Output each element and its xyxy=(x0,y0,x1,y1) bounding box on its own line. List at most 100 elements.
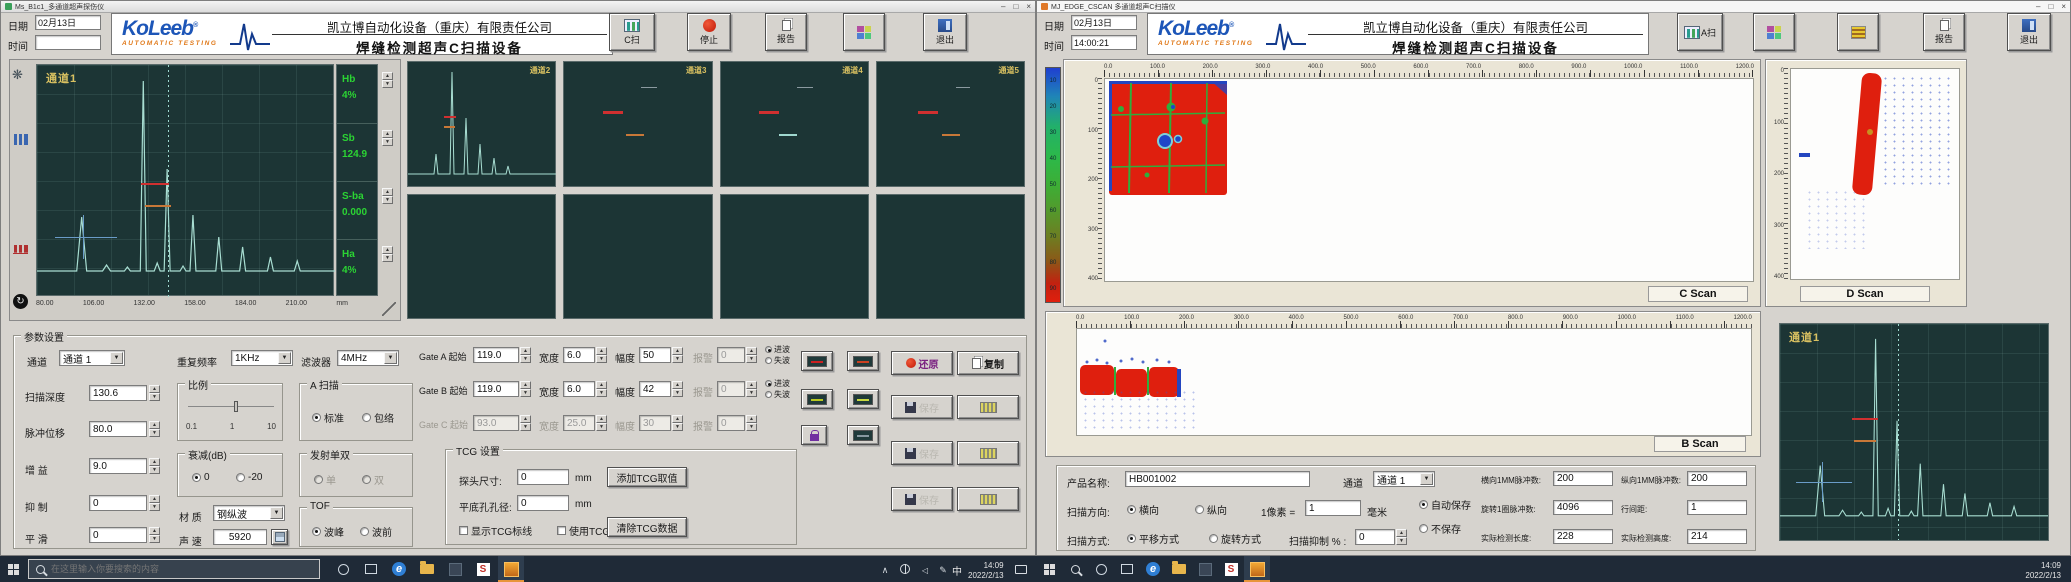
close-button[interactable]: × xyxy=(1026,2,1031,11)
time-field[interactable] xyxy=(35,35,101,50)
replay-button-2[interactable] xyxy=(957,441,1019,465)
pulse-shift-field[interactable]: 80.0 xyxy=(89,421,147,437)
gate-b-width-spinner[interactable] xyxy=(596,381,607,397)
mode-translate-radio[interactable]: 平移方式 xyxy=(1127,531,1179,546)
edge-icon[interactable] xyxy=(386,556,412,582)
gate-b-marker[interactable] xyxy=(145,205,171,207)
mini-scan-empty-3[interactable] xyxy=(720,194,869,320)
coil-button[interactable] xyxy=(1837,13,1879,51)
gate-c-tool-button[interactable] xyxy=(847,425,879,445)
cortana-icon[interactable] xyxy=(330,556,356,582)
mini-scan-ch3[interactable]: 通道3 xyxy=(563,61,712,187)
scan-depth-spinner[interactable] xyxy=(149,385,160,401)
app-dark-icon[interactable] xyxy=(1192,556,1218,582)
maximize-button[interactable]: □ xyxy=(1013,2,1018,11)
ascan-view-button[interactable]: A扫 xyxy=(1677,13,1723,51)
v-pulse-field[interactable]: 200 xyxy=(1687,471,1747,486)
bargraph-icon[interactable] xyxy=(13,132,28,145)
search-input[interactable] xyxy=(51,564,291,574)
time-field[interactable]: 14:00:21 xyxy=(1071,35,1137,50)
auto-save-radio[interactable]: 自动保存 xyxy=(1419,497,1471,512)
app-dark-icon[interactable] xyxy=(442,556,468,582)
task-view-icon[interactable] xyxy=(358,556,384,582)
ascan-plot-right[interactable]: 通道1 xyxy=(1779,323,2049,541)
histogram-icon[interactable] xyxy=(13,242,28,254)
gate-b-marker[interactable] xyxy=(1854,440,1876,442)
probe-size-field[interactable]: 0 xyxy=(517,469,569,485)
sba-spinner[interactable] xyxy=(382,188,393,204)
ime-indicator[interactable]: 中 xyxy=(952,563,962,578)
gain-field[interactable]: 9.0 xyxy=(89,458,147,474)
gate-c-amp-field[interactable]: 30 xyxy=(639,415,671,431)
sb-spinner[interactable] xyxy=(382,130,393,146)
tools-button[interactable] xyxy=(1753,13,1795,51)
gate-b-alarm-field[interactable]: 0 xyxy=(717,381,745,397)
actual-length-field[interactable]: 228 xyxy=(1553,529,1613,544)
smooth-field[interactable]: 0 xyxy=(89,527,147,543)
minimize-button[interactable]: – xyxy=(2036,2,2040,11)
report-button[interactable]: 报告 xyxy=(1923,13,1965,51)
replay-button-3[interactable] xyxy=(957,487,1019,511)
mode-rotate-radio[interactable]: 旋转方式 xyxy=(1209,531,1261,546)
gate-a-tool2-button[interactable] xyxy=(847,351,879,371)
scan-app-icon[interactable] xyxy=(498,556,524,582)
start-button[interactable] xyxy=(1036,556,1062,582)
row-gap-field[interactable]: 1 xyxy=(1687,500,1747,515)
exit-button[interactable]: 退出 xyxy=(2007,13,2051,51)
gate-b-tool2-button[interactable] xyxy=(847,389,879,409)
right-titlebar[interactable]: MJ_EDGE_CSCAN 多通道超声C扫描仪 – □ × xyxy=(1037,1,2070,13)
clock[interactable]: 14:092022/2/13 xyxy=(2025,561,2061,581)
gate-a-tool-button[interactable] xyxy=(801,351,833,371)
s-app-icon[interactable] xyxy=(1218,556,1244,582)
scale-slider-thumb[interactable] xyxy=(234,401,238,412)
date-field[interactable]: 02月13日 xyxy=(35,15,101,30)
scan-depth-field[interactable]: 130.6 xyxy=(89,385,147,401)
task-view-icon[interactable] xyxy=(1114,556,1140,582)
gate-a-marker[interactable] xyxy=(141,183,169,185)
edge-icon[interactable] xyxy=(1140,556,1166,582)
atten-20-radio[interactable]: -20 xyxy=(236,472,262,483)
mini-scan-ch2[interactable]: 通道2 xyxy=(407,61,556,187)
ascan-standard-radio[interactable]: 标准 xyxy=(312,410,344,425)
replay-button-1[interactable] xyxy=(957,395,1019,419)
filter-select[interactable]: 4MHz▼ xyxy=(337,350,399,366)
close-button[interactable]: × xyxy=(2061,2,2066,11)
mini-scan-empty-4[interactable] xyxy=(876,194,1025,320)
stop-button[interactable]: 停止 xyxy=(687,13,731,51)
gate-c-alarm-spinner[interactable] xyxy=(746,415,757,431)
gate-a-alarm-spinner[interactable] xyxy=(746,347,757,363)
product-name-field[interactable]: HB001002 xyxy=(1125,471,1310,487)
report-button[interactable]: 报告 xyxy=(765,13,807,51)
gate-b-enter-radio[interactable]: 进波 xyxy=(765,378,790,389)
gate-c-amp-spinner[interactable] xyxy=(672,415,683,431)
bscan-image-area[interactable] xyxy=(1076,328,1752,436)
scan-app-icon[interactable] xyxy=(1244,556,1270,582)
minimize-button[interactable]: – xyxy=(1001,2,1005,11)
cortana-icon[interactable] xyxy=(1088,556,1114,582)
hole-dia-field[interactable]: 0 xyxy=(517,495,569,511)
mini-scan-ch5[interactable]: 通道5 xyxy=(876,61,1025,187)
settings-icon[interactable] xyxy=(12,66,23,84)
gate-b-amp-spinner[interactable] xyxy=(672,381,683,397)
maximize-button[interactable]: □ xyxy=(2048,2,2053,11)
cscan-image-area[interactable] xyxy=(1104,78,1754,282)
gate-a-amp-spinner[interactable] xyxy=(672,347,683,363)
refresh-icon[interactable] xyxy=(13,294,28,309)
gate-a-lose-radio[interactable]: 失波 xyxy=(765,355,790,366)
prf-select[interactable]: 1KHz▼ xyxy=(231,350,293,366)
gate-a-width-spinner[interactable] xyxy=(596,347,607,363)
date-field[interactable]: 02月13日 xyxy=(1071,15,1137,30)
hb-spinner[interactable] xyxy=(382,72,393,88)
gate-a-start-spinner[interactable] xyxy=(520,347,531,363)
gate-b-start-field[interactable]: 119.0 xyxy=(473,381,519,397)
channel-select[interactable]: 通道 1▼ xyxy=(1373,471,1435,487)
use-tcg-checkbox[interactable]: 使用TCG xyxy=(557,523,610,538)
gate-b-tool-button[interactable] xyxy=(801,389,833,409)
dir-vertical-radio[interactable]: 纵向 xyxy=(1195,502,1227,517)
file-explorer-icon[interactable] xyxy=(414,556,440,582)
gate-a-start-field[interactable]: 119.0 xyxy=(473,347,519,363)
gate-b-start-spinner[interactable] xyxy=(520,381,531,397)
save-button-2[interactable]: 保存 xyxy=(891,441,953,465)
copy-button[interactable]: 复制 xyxy=(957,351,1019,375)
gate-a-marker[interactable] xyxy=(1852,418,1878,420)
